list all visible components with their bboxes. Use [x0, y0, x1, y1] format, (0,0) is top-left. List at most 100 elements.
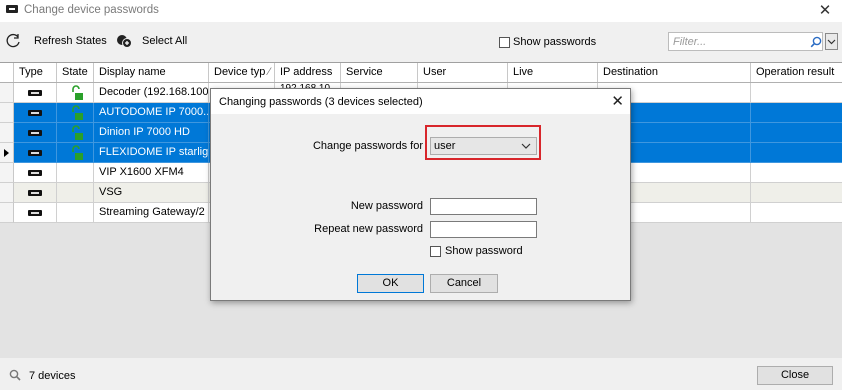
show-passwords-check[interactable] — [499, 36, 510, 48]
column-service[interactable]: Service — [341, 63, 418, 82]
refresh-icon — [6, 33, 20, 48]
cell-display-name[interactable]: VIP X1600 XFM4 — [94, 163, 209, 183]
device-count: 7 devices — [29, 370, 76, 382]
cell-display-name[interactable]: Decoder (192.168.100... — [94, 83, 209, 103]
column-live[interactable]: Live — [508, 63, 598, 82]
cell-state[interactable] — [57, 123, 94, 143]
cell-operation-result[interactable] — [751, 163, 842, 183]
device-icon — [28, 210, 42, 216]
show-passwords-label: Show passwords — [513, 36, 597, 48]
cell-type[interactable] — [14, 103, 57, 123]
device-icon — [28, 130, 42, 136]
app-icon — [6, 5, 18, 13]
cell-state[interactable] — [57, 143, 94, 163]
toolbar: Refresh States Select All Show passwords… — [0, 22, 842, 62]
device-icon — [28, 190, 42, 196]
cell-state[interactable] — [57, 83, 94, 103]
select-all-label: Select All — [142, 35, 188, 47]
row-header[interactable] — [0, 143, 14, 163]
header-corner — [0, 63, 14, 82]
row-header[interactable] — [0, 203, 14, 223]
cell-display-name[interactable]: Streaming Gateway/2 — [94, 203, 209, 223]
cell-type[interactable] — [14, 183, 57, 203]
highlight-box — [425, 125, 541, 160]
current-row-arrow-icon — [4, 149, 9, 157]
cell-state[interactable] — [57, 203, 94, 223]
unlocked-icon — [72, 105, 83, 120]
column-device-type-label: Device typ — [214, 66, 266, 78]
column-device-type[interactable]: Device typ ⁄ — [209, 63, 275, 82]
search-icon — [9, 369, 21, 381]
select-all-icon — [117, 35, 132, 48]
row-header[interactable] — [0, 183, 14, 203]
cell-display-name[interactable]: AUTODOME IP 7000... — [94, 103, 209, 123]
change-passwords-for-label: Change passwords for — [312, 140, 423, 152]
unlocked-icon — [72, 125, 83, 140]
chevron-down-icon — [827, 39, 836, 45]
device-icon — [28, 170, 42, 176]
filter-dropdown-button[interactable] — [825, 33, 838, 50]
status-bar: 7 devices Close — [0, 358, 842, 390]
cell-operation-result[interactable] — [751, 103, 842, 123]
cell-type[interactable] — [14, 203, 57, 223]
show-password-label: Show password — [445, 245, 523, 257]
close-button[interactable]: Close — [757, 366, 833, 385]
show-passwords-checkbox[interactable]: Show passwords — [499, 36, 596, 48]
cell-operation-result[interactable] — [751, 83, 842, 103]
row-header[interactable] — [0, 83, 14, 103]
change-password-dialog: Changing passwords (3 devices selected) … — [210, 88, 631, 301]
column-type[interactable]: Type — [14, 63, 57, 82]
filter-control: Filter... — [668, 32, 838, 51]
refresh-states-label: Refresh States — [34, 35, 107, 47]
dialog-title: Changing passwords (3 devices selected) — [219, 96, 423, 108]
cell-type[interactable] — [14, 143, 57, 163]
cell-display-name[interactable]: Dinion IP 7000 HD — [94, 123, 209, 143]
row-header[interactable] — [0, 103, 14, 123]
dialog-title-bar: Changing passwords (3 devices selected) … — [211, 89, 630, 114]
cell-operation-result[interactable] — [751, 123, 842, 143]
dialog-close-icon[interactable]: ✕ — [611, 92, 624, 110]
window-close-icon[interactable]: ✕ — [814, 1, 836, 21]
cell-operation-result[interactable] — [751, 203, 842, 223]
cell-type[interactable] — [14, 83, 57, 103]
column-state[interactable]: State — [57, 63, 94, 82]
ok-button[interactable]: OK — [357, 274, 424, 293]
cell-type[interactable] — [14, 163, 57, 183]
cell-state[interactable] — [57, 103, 94, 123]
cell-type[interactable] — [14, 123, 57, 143]
cell-state[interactable] — [57, 163, 94, 183]
row-header[interactable] — [0, 163, 14, 183]
sort-indicator-icon: ⁄ — [268, 66, 271, 78]
device-icon — [28, 110, 42, 116]
column-display-name[interactable]: Display name — [94, 63, 209, 82]
cell-operation-result[interactable] — [751, 143, 842, 163]
filter-placeholder: Filter... — [673, 36, 707, 48]
device-icon — [28, 90, 42, 96]
show-password-check[interactable] — [430, 245, 441, 257]
grid-header: Type State Display name Device typ ⁄ IP … — [0, 63, 842, 83]
column-ip-address[interactable]: IP address — [275, 63, 341, 82]
window-title: Change device passwords — [24, 4, 159, 16]
select-all-button[interactable]: Select All — [116, 33, 187, 49]
column-destination[interactable]: Destination — [598, 63, 751, 82]
new-password-label: New password — [350, 200, 423, 212]
repeat-password-input[interactable] — [430, 221, 537, 238]
search-icon — [810, 36, 822, 48]
cell-operation-result[interactable] — [751, 183, 842, 203]
column-operation-result[interactable]: Operation result — [751, 63, 842, 82]
cell-display-name[interactable]: FLEXIDOME IP starlig... — [94, 143, 209, 163]
window-title-bar: Change device passwords ✕ — [0, 0, 842, 22]
show-password-checkbox[interactable]: Show password — [430, 245, 523, 257]
refresh-states-button[interactable]: Refresh States — [5, 33, 107, 49]
unlocked-icon — [72, 145, 83, 160]
repeat-password-label: Repeat new password — [314, 223, 423, 235]
column-user[interactable]: User — [418, 63, 508, 82]
new-password-input[interactable] — [430, 198, 537, 215]
cell-state[interactable] — [57, 183, 94, 203]
unlocked-icon — [72, 85, 83, 100]
row-header[interactable] — [0, 123, 14, 143]
cancel-button[interactable]: Cancel — [430, 274, 498, 293]
cell-display-name[interactable]: VSG — [94, 183, 209, 203]
filter-input[interactable]: Filter... — [668, 32, 823, 51]
device-icon — [28, 150, 42, 156]
